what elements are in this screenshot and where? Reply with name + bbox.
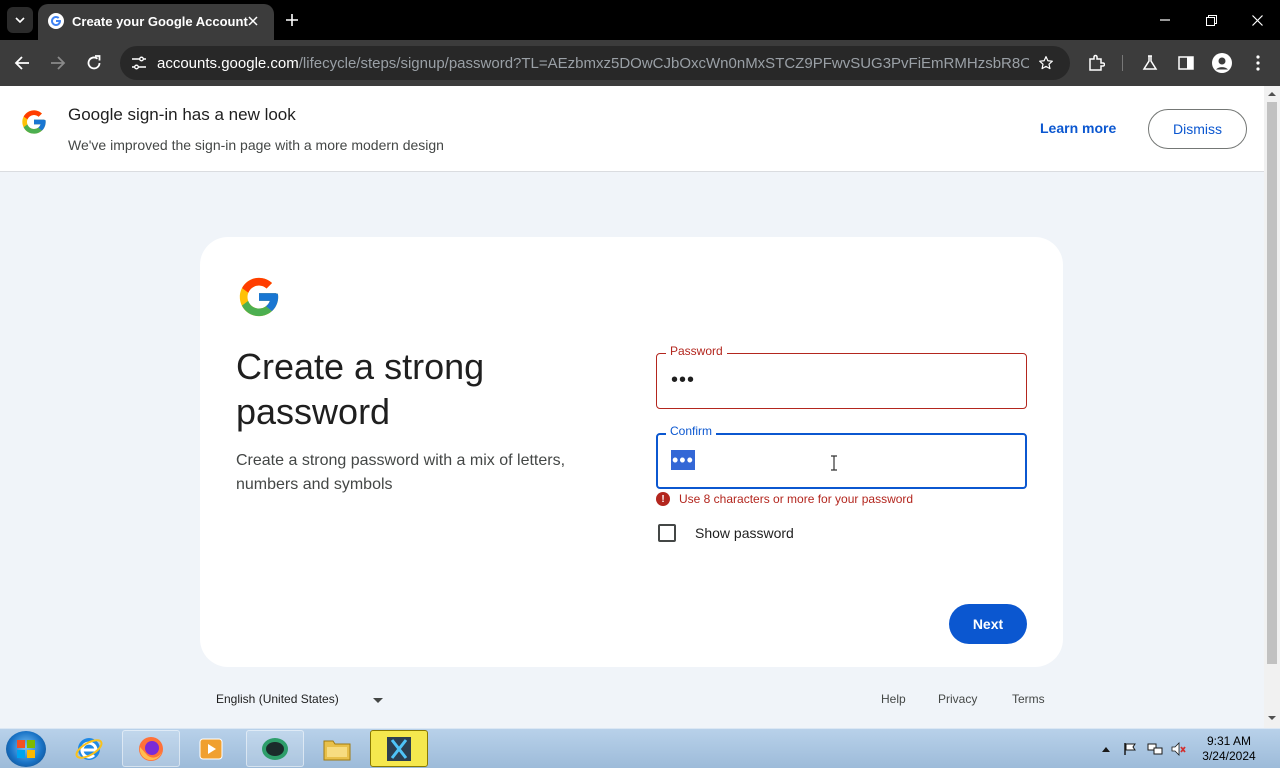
tab-search-dropdown-icon[interactable] bbox=[7, 7, 33, 33]
page-content: Google sign-in has a new look We've impr… bbox=[0, 86, 1264, 728]
new-tab-icon[interactable] bbox=[282, 10, 302, 30]
google-logo-icon bbox=[20, 108, 48, 136]
banner-subtitle: We've improved the sign-in page with a m… bbox=[68, 137, 444, 153]
tab-title: Create your Google Account bbox=[72, 14, 248, 29]
extensions-icon[interactable] bbox=[1084, 51, 1108, 75]
google-favicon-icon bbox=[48, 13, 64, 29]
error-icon: ! bbox=[656, 492, 670, 506]
taskbar-clock[interactable]: 9:31 AM 3/24/2024 bbox=[1198, 734, 1260, 764]
help-link[interactable]: Help bbox=[881, 692, 906, 706]
clock-time: 9:31 AM bbox=[1206, 734, 1252, 748]
confirm-password-field[interactable]: Confirm ••• bbox=[656, 424, 1027, 489]
tab-bar: Create your Google Account bbox=[0, 0, 1280, 40]
address-bar[interactable]: accounts.google.com/lifecycle/steps/sign… bbox=[120, 46, 1070, 80]
url-path: /lifecycle/steps/signup/password?TL=AEzb… bbox=[298, 55, 1029, 72]
url-host: accounts.google.com bbox=[157, 55, 299, 72]
tab-active[interactable]: Create your Google Account bbox=[38, 4, 274, 40]
site-info-icon[interactable] bbox=[130, 54, 148, 72]
video-editor-icon[interactable] bbox=[370, 730, 428, 767]
media-player-icon[interactable] bbox=[182, 730, 240, 767]
browser-toolbar: accounts.google.com/lifecycle/steps/sign… bbox=[0, 40, 1280, 86]
caret-down-icon[interactable] bbox=[373, 698, 383, 703]
scroll-thumb[interactable] bbox=[1267, 102, 1277, 664]
profile-avatar-icon[interactable] bbox=[1210, 51, 1234, 75]
reload-icon[interactable] bbox=[82, 51, 106, 75]
clock-date: 3/24/2024 bbox=[1202, 749, 1256, 763]
forward-arrow-icon[interactable] bbox=[46, 51, 70, 75]
side-panel-icon[interactable] bbox=[1174, 51, 1198, 75]
language-label: English (United States) bbox=[216, 692, 339, 706]
network-icon[interactable] bbox=[1147, 741, 1163, 757]
show-password-toggle[interactable]: Show password bbox=[658, 524, 794, 542]
volume-muted-icon[interactable] bbox=[1171, 741, 1187, 757]
confirm-value: ••• bbox=[671, 450, 695, 470]
restore-icon[interactable] bbox=[1201, 10, 1221, 30]
close-window-icon[interactable] bbox=[1247, 10, 1267, 30]
scroll-up-icon[interactable] bbox=[1268, 92, 1276, 96]
show-password-checkbox[interactable] bbox=[658, 524, 676, 542]
language-selector[interactable]: English (United States) bbox=[216, 692, 339, 706]
password-error: ! Use 8 characters or more for your pass… bbox=[656, 492, 913, 506]
password-value: ••• bbox=[671, 369, 696, 391]
url-text: accounts.google.com/lifecycle/steps/sign… bbox=[157, 55, 1029, 72]
privacy-link[interactable]: Privacy bbox=[938, 692, 977, 706]
show-password-label: Show password bbox=[695, 525, 794, 541]
bookmark-star-icon[interactable] bbox=[1036, 53, 1056, 73]
page-description: Create a strong password with a mix of l… bbox=[236, 452, 566, 493]
show-hidden-icons-icon[interactable] bbox=[1098, 741, 1114, 757]
error-text: Use 8 characters or more for your passwo… bbox=[679, 492, 914, 506]
firefox-icon[interactable] bbox=[122, 730, 180, 767]
next-button[interactable]: Next bbox=[949, 604, 1027, 644]
page-title: Create a strong password bbox=[236, 346, 485, 432]
minimize-icon[interactable] bbox=[1155, 10, 1175, 30]
learn-more-link[interactable]: Learn more bbox=[1040, 120, 1116, 136]
start-button-icon[interactable] bbox=[6, 731, 46, 767]
toolbar-divider bbox=[1122, 55, 1123, 71]
back-arrow-icon[interactable] bbox=[10, 51, 34, 75]
file-explorer-icon[interactable] bbox=[308, 730, 366, 767]
taskbar: 9:31 AM 3/24/2024 bbox=[0, 728, 1280, 768]
terms-link[interactable]: Terms bbox=[1012, 692, 1045, 706]
password-label: Password bbox=[666, 344, 727, 358]
internet-explorer-icon[interactable] bbox=[60, 730, 118, 767]
banner-title: Google sign-in has a new look bbox=[68, 105, 296, 124]
signup-card: Create a strong password Create a strong… bbox=[200, 237, 1063, 667]
chrome-menu-icon[interactable] bbox=[1246, 51, 1270, 75]
scroll-down-icon[interactable] bbox=[1268, 716, 1276, 720]
page-scrollbar[interactable] bbox=[1264, 86, 1280, 728]
new-look-banner: Google sign-in has a new look We've impr… bbox=[0, 86, 1264, 172]
dismiss-button[interactable]: Dismiss bbox=[1148, 109, 1247, 149]
page-footer: English (United States) Help Privacy Ter… bbox=[0, 690, 1264, 710]
action-center-flag-icon[interactable] bbox=[1122, 741, 1138, 757]
confirm-label: Confirm bbox=[666, 424, 717, 438]
text-cursor-icon bbox=[829, 455, 839, 471]
close-tab-icon[interactable] bbox=[244, 12, 262, 30]
password-field[interactable]: Password ••• bbox=[656, 344, 1027, 409]
google-logo-icon bbox=[236, 274, 282, 320]
chat-app-icon[interactable] bbox=[246, 730, 304, 767]
labs-flask-icon[interactable] bbox=[1138, 51, 1162, 75]
